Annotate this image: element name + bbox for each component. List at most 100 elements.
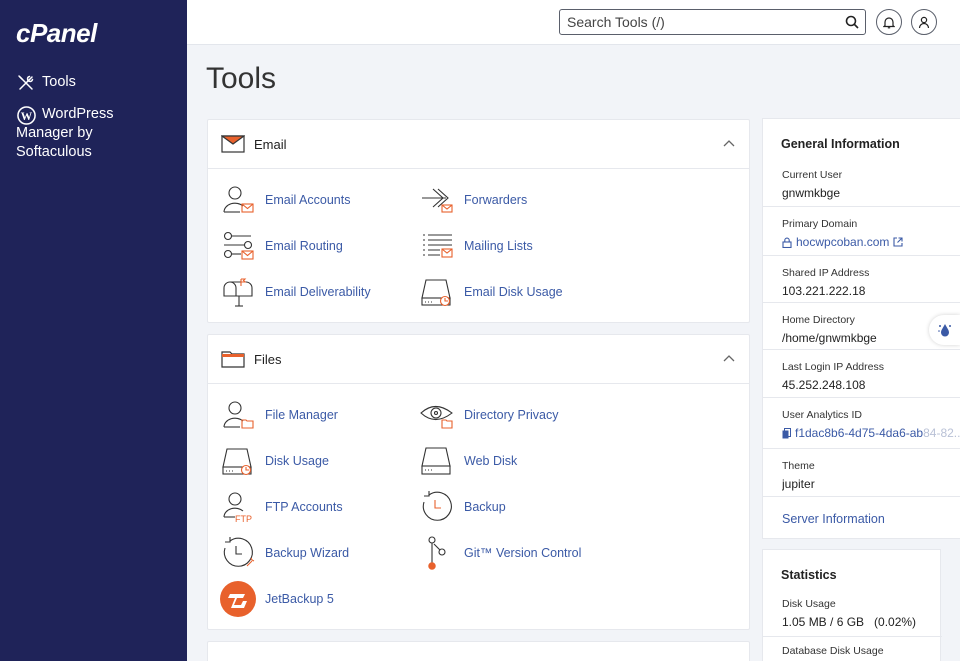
tool-jetbackup[interactable]: JetBackup 5	[220, 581, 334, 617]
copy-icon	[782, 427, 791, 439]
server-information-link[interactable]: Server Information	[782, 512, 960, 526]
shared-ip-row: Shared IP Address 103.221.222.18	[763, 255, 960, 302]
current-user-label: Current User	[782, 169, 843, 181]
tool-email-routing[interactable]: Email Routing	[220, 228, 343, 264]
sidebar-item-tools[interactable]: Tools	[16, 73, 76, 93]
ftp-accounts-icon: FTP	[220, 489, 256, 525]
tool-label: Email Routing	[265, 239, 343, 253]
forwarders-icon	[419, 182, 455, 218]
statistics-title: Statistics	[781, 568, 837, 582]
disk-usage-value: 1.05 MB / 6 GB (0.02%)	[782, 615, 917, 629]
envelope-icon	[221, 135, 245, 153]
email-routing-icon	[220, 228, 256, 264]
last-login-label: Last Login IP Address	[782, 361, 884, 373]
user-analytics-value[interactable]: f1dac8b6-4d75-4da6-ab 84-82...	[782, 426, 960, 440]
sidebar: cPanel Tools W WordPress Manager by Soft…	[0, 0, 187, 661]
topbar	[187, 0, 960, 45]
tool-label: Email Disk Usage	[464, 285, 563, 299]
folder-icon	[221, 350, 245, 368]
web-disk-icon	[419, 443, 455, 479]
tool-label: Git™ Version Control	[464, 546, 582, 560]
sidebar-item-wordpress[interactable]: W WordPress Manager by Softaculous	[16, 105, 176, 162]
tool-label: Directory Privacy	[464, 408, 559, 422]
email-section-header[interactable]: Email	[208, 120, 749, 169]
tool-label: Email Deliverability	[265, 285, 371, 299]
tool-label: Forwarders	[464, 193, 528, 207]
tool-backup-wizard[interactable]: Backup Wizard	[220, 535, 349, 571]
disk-usage-label: Disk Usage	[782, 598, 836, 610]
primary-domain-value: hocwpcoban.com	[796, 235, 890, 249]
floating-tab-button[interactable]	[929, 315, 960, 345]
primary-domain-label: Primary Domain	[782, 218, 858, 230]
tool-email-accounts[interactable]: Email Accounts	[220, 182, 350, 218]
tool-label: Web Disk	[464, 454, 518, 468]
user-icon	[918, 16, 930, 29]
primary-domain-link[interactable]: hocwpcoban.com	[782, 235, 960, 249]
tool-label: Email Accounts	[265, 193, 351, 207]
theme-value: jupiter	[782, 477, 815, 491]
database-disk-usage-row: Database Disk Usage	[763, 636, 942, 661]
files-section-header[interactable]: Files	[208, 335, 749, 384]
search-icon[interactable]	[839, 10, 865, 34]
theme-row: Theme jupiter	[763, 448, 960, 496]
notifications-button[interactable]	[876, 9, 902, 35]
tool-file-manager[interactable]: File Manager	[220, 397, 338, 433]
tool-email-deliverability[interactable]: Email Deliverability	[220, 274, 371, 310]
statistics-card: Statistics Disk Usage 1.05 MB / 6 GB (0.…	[762, 549, 942, 661]
analytics-id-faded-text: 84-82...	[923, 426, 960, 440]
cpanel-logo[interactable]: cPanel	[16, 18, 97, 49]
tool-git-version-control[interactable]: Git™ Version Control	[419, 535, 581, 571]
next-section	[207, 641, 750, 661]
search-input[interactable]	[567, 14, 839, 30]
jetbackup-icon	[220, 581, 256, 617]
last-login-value: 45.252.248.108	[782, 378, 866, 392]
tool-email-disk-usage[interactable]: Email Disk Usage	[419, 274, 563, 310]
user-analytics-label: User Analytics ID	[782, 409, 862, 421]
tool-label: JetBackup 5	[265, 592, 334, 606]
current-user-row: Current User gnwmkbge	[763, 158, 960, 206]
sidebar-item-label: Tools	[42, 74, 76, 90]
general-information-title: General Information	[781, 137, 900, 151]
tool-ftp-accounts[interactable]: FTP FTP Accounts	[220, 489, 343, 525]
tool-label: Disk Usage	[265, 454, 329, 468]
email-section-title: Email	[254, 136, 287, 152]
tool-forwarders[interactable]: Forwarders	[419, 182, 527, 218]
mailing-lists-icon	[419, 228, 455, 264]
tool-web-disk[interactable]: Web Disk	[419, 443, 517, 479]
database-disk-usage-label: Database Disk Usage	[782, 645, 884, 657]
drop-icon	[937, 322, 953, 338]
tool-label: File Manager	[265, 408, 338, 422]
search-box[interactable]	[559, 9, 866, 35]
tool-directory-privacy[interactable]: Directory Privacy	[419, 397, 558, 433]
tools-icon	[16, 73, 36, 93]
email-accounts-icon	[220, 182, 256, 218]
tool-label: FTP Accounts	[265, 500, 343, 514]
chevron-up-icon[interactable]	[722, 352, 736, 366]
email-disk-usage-icon	[419, 274, 455, 310]
user-menu-button[interactable]	[911, 9, 937, 35]
tool-label: Mailing Lists	[464, 239, 533, 253]
file-manager-icon	[220, 397, 256, 433]
shared-ip-label: Shared IP Address	[782, 267, 870, 279]
email-deliverability-icon	[220, 274, 256, 310]
current-user-value: gnwmkbge	[782, 186, 841, 200]
svg-text:FTP: FTP	[235, 514, 252, 523]
backup-wizard-icon	[220, 535, 256, 571]
directory-privacy-icon	[419, 397, 455, 433]
server-information-row: Server Information	[763, 496, 960, 540]
tool-mailing-lists[interactable]: Mailing Lists	[419, 228, 533, 264]
files-section-title: Files	[254, 351, 282, 367]
chevron-up-icon[interactable]	[722, 137, 736, 151]
wordpress-icon: W	[16, 105, 36, 125]
git-icon	[419, 535, 455, 571]
disk-usage-icon	[220, 443, 256, 479]
user-analytics-row: User Analytics ID f1dac8b6-4d75-4da6-ab 8…	[763, 397, 960, 448]
tool-backup[interactable]: Backup	[419, 489, 506, 525]
tool-label: Backup	[464, 500, 506, 514]
shared-ip-value: 103.221.222.18	[782, 284, 866, 298]
backup-icon	[419, 489, 455, 525]
email-section: Email Email Accounts Forwarders Email Ro…	[207, 119, 750, 323]
page-title: Tools	[206, 62, 277, 95]
tool-disk-usage[interactable]: Disk Usage	[220, 443, 329, 479]
files-section: Files File Manager Directory Privacy Dis…	[207, 334, 750, 630]
